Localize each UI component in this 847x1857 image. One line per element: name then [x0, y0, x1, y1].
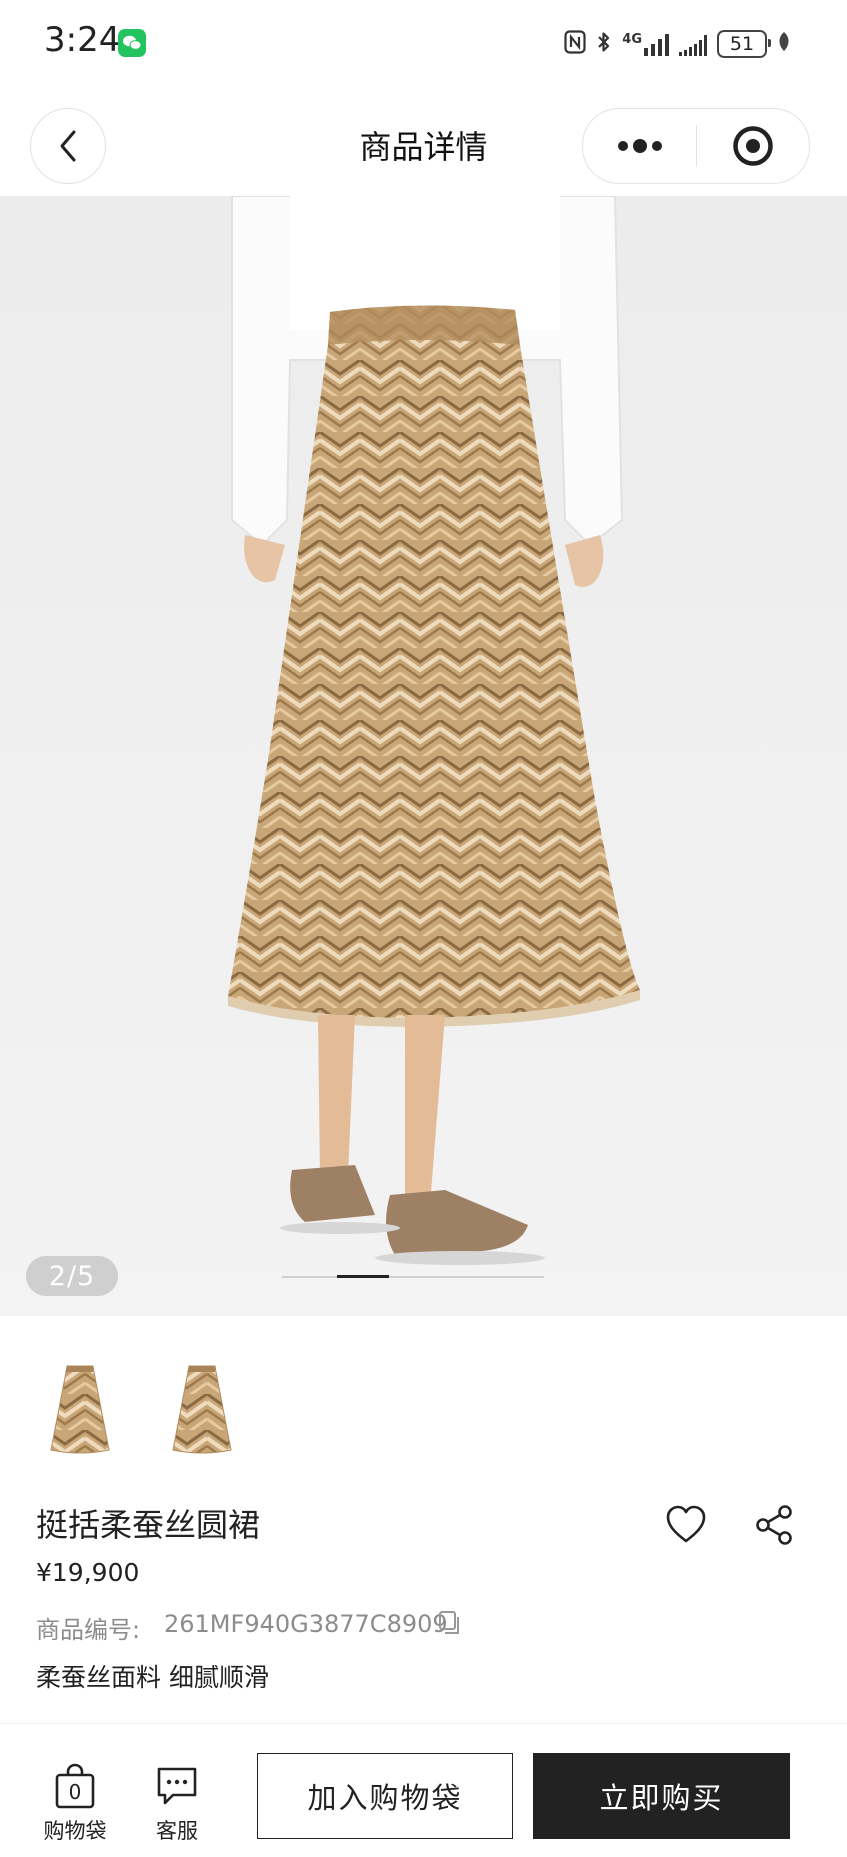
chat-icon: [157, 1767, 197, 1805]
leaf-icon: [777, 31, 791, 57]
bluetooth-icon: [596, 30, 612, 58]
product-name: 挺括柔蚕丝圆裙: [36, 1506, 261, 1544]
status-bar: 3:24 4G 51: [0, 0, 847, 88]
copy-icon: [439, 1611, 459, 1634]
nfc-icon: [564, 30, 586, 58]
buy-now-button[interactable]: 立即购买: [533, 1753, 790, 1839]
status-icons: 4G 51: [564, 26, 791, 62]
share-icon: [756, 1505, 792, 1545]
share-button[interactable]: [752, 1503, 796, 1547]
battery-level: 51: [729, 33, 755, 55]
thumbnail-2[interactable]: [144, 1338, 260, 1478]
mini-program-close-icon: [732, 126, 773, 166]
copy-sku-button[interactable]: [437, 1609, 463, 1637]
image-page-indicator: 2/5: [26, 1256, 118, 1296]
more-icon: [617, 139, 662, 153]
sku-value: 261MF940G3877C8909: [164, 1610, 448, 1638]
shopping-bag-button[interactable]: 0 购物袋: [34, 1763, 116, 1845]
product-price: ¥19,900: [36, 1558, 140, 1587]
sku-label: 商品编号:: [36, 1616, 141, 1644]
mini-program-capsule: [582, 108, 810, 184]
battery-icon: 51: [717, 30, 771, 58]
shopping-bag-icon: 0: [54, 1763, 96, 1809]
customer-service-button[interactable]: 客服: [142, 1763, 212, 1845]
customer-service-label: 客服: [156, 1819, 198, 1843]
signal-icon-2: [679, 32, 707, 56]
product-image-carousel[interactable]: [0, 196, 847, 1316]
thumbnail-1[interactable]: [22, 1338, 138, 1478]
status-time: 3:24: [44, 20, 121, 60]
shopping-bag-label: 购物袋: [43, 1819, 107, 1843]
thumbnail-image: [50, 1365, 110, 1454]
product-tagline: 柔蚕丝面料 细腻顺滑: [36, 1663, 269, 1692]
bottom-bar-divider: [0, 1723, 847, 1724]
wechat-icon: [118, 29, 146, 57]
more-button[interactable]: [583, 109, 696, 183]
bag-count: 0: [68, 1780, 82, 1804]
heart-icon: [666, 1505, 706, 1543]
signal-icon: 4G: [622, 32, 669, 56]
mini-program-close-button[interactable]: [696, 109, 809, 183]
carousel-progress-track: [282, 1276, 544, 1278]
thumbnail-image: [172, 1365, 232, 1454]
favorite-button[interactable]: [664, 1503, 708, 1547]
nav-bar: 商品详情: [0, 88, 847, 196]
carousel-progress-thumb: [337, 1275, 389, 1278]
add-to-cart-button[interactable]: 加入购物袋: [257, 1753, 513, 1839]
product-photo: [0, 196, 847, 1316]
network-type: 4G: [622, 32, 642, 47]
